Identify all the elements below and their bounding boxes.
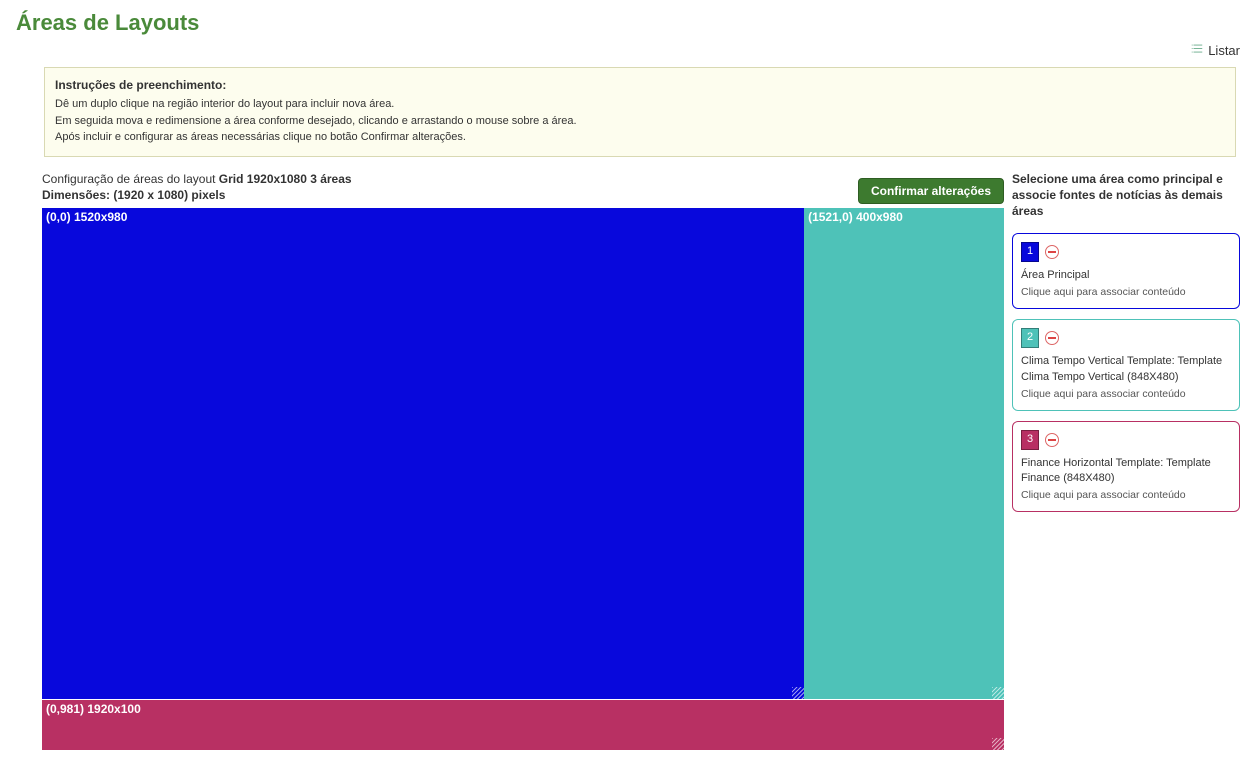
- instructions-line-3: Após incluir e configurar as áreas neces…: [55, 129, 1225, 146]
- area-card-hint[interactable]: Clique aqui para associar conteúdo: [1021, 488, 1231, 503]
- instructions-heading: Instruções de preenchimento:: [55, 76, 1225, 94]
- area-card-title: Finance Horizontal Template: Template Fi…: [1021, 456, 1231, 487]
- side-panel-title: Selecione uma área como principal e asso…: [1012, 171, 1240, 220]
- list-icon: [1190, 42, 1204, 59]
- dimensions-label: Dimensões: (1920 x 1080) pixels: [42, 187, 352, 204]
- layout-area-1[interactable]: (0,0) 1520x980: [42, 208, 804, 699]
- config-label-prefix: Configuração de áreas do layout: [42, 172, 219, 186]
- area-card-title: Clima Tempo Vertical Template: Template …: [1021, 354, 1231, 385]
- resize-handle[interactable]: [992, 738, 1004, 750]
- area-badge: 1: [1021, 242, 1039, 262]
- area-card-head: 3: [1021, 430, 1231, 450]
- area-card-2[interactable]: 2 Clima Tempo Vertical Template: Template…: [1012, 319, 1240, 410]
- area-badge: 2: [1021, 328, 1039, 348]
- instructions-line-2: Em seguida mova e redimensione a área co…: [55, 113, 1225, 130]
- page-title: Áreas de Layouts: [0, 0, 1260, 42]
- instructions-box: Instruções de preenchimento: Dê um duplo…: [44, 67, 1236, 157]
- delete-area-icon[interactable]: [1045, 245, 1059, 259]
- area-card-title: Área Principal: [1021, 268, 1231, 283]
- layout-canvas[interactable]: (0,0) 1520x980(1521,0) 400x980(0,981) 19…: [42, 208, 1004, 749]
- list-link[interactable]: Listar: [1190, 42, 1240, 59]
- config-label-bold: Grid 1920x1080 3 áreas: [219, 172, 352, 186]
- canvas-meta: Configuração de áreas do layout Grid 192…: [42, 171, 352, 205]
- delete-area-icon[interactable]: [1045, 433, 1059, 447]
- confirm-button[interactable]: Confirmar alterações: [858, 178, 1004, 204]
- area-card-hint[interactable]: Clique aqui para associar conteúdo: [1021, 387, 1231, 402]
- area-card-1[interactable]: 1 Área Principal Clique aqui para associar…: [1012, 233, 1240, 309]
- area-card-hint[interactable]: Clique aqui para associar conteúdo: [1021, 285, 1231, 300]
- resize-handle[interactable]: [792, 687, 804, 699]
- layout-area-3[interactable]: (0,981) 1920x100: [42, 700, 1004, 750]
- layout-area-2[interactable]: (1521,0) 400x980: [804, 208, 1004, 699]
- area-card-head: 1: [1021, 242, 1231, 262]
- top-actions: Listar: [0, 42, 1260, 67]
- instructions-line-1: Dê um duplo clique na região interior do…: [55, 96, 1225, 113]
- area-card-3[interactable]: 3 Finance Horizontal Template: Template F…: [1012, 421, 1240, 512]
- area-card-head: 2: [1021, 328, 1231, 348]
- area-badge: 3: [1021, 430, 1039, 450]
- list-link-label: Listar: [1208, 43, 1240, 58]
- resize-handle[interactable]: [992, 687, 1004, 699]
- delete-area-icon[interactable]: [1045, 331, 1059, 345]
